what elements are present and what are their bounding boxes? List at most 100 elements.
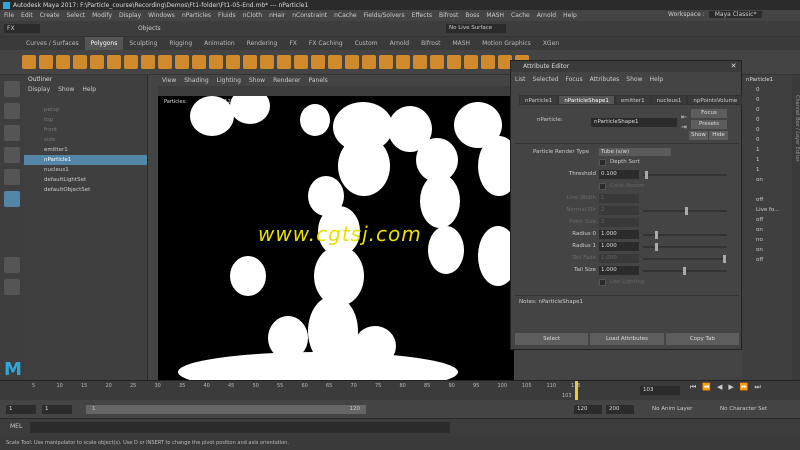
ae-tab-nucleus1[interactable]: nucleus1	[650, 95, 688, 105]
shelf-tool-icon[interactable]	[328, 55, 342, 69]
outliner-item[interactable]: nParticle1	[24, 155, 147, 165]
input-connection-icon[interactable]: ⇤	[681, 113, 687, 121]
focus-button[interactable]: Focus	[691, 109, 727, 118]
menu-item-effects[interactable]: Effects	[412, 12, 432, 19]
workspace-value[interactable]: Maya Classic*	[708, 11, 763, 18]
layout-single-icon[interactable]	[4, 257, 20, 273]
rotate-tool-icon[interactable]	[4, 169, 20, 185]
shelf-tool-icon[interactable]	[175, 55, 189, 69]
workspace-selector[interactable]: Workspace : Maya Classic*	[668, 11, 763, 18]
hide-button[interactable]: Hide	[709, 131, 728, 140]
go-to-end-icon[interactable]: ⏭	[755, 383, 761, 392]
radius0-slider[interactable]	[643, 231, 727, 239]
time-slider[interactable]: 103 103 ⏮ ⏪ ◀ ▶ ⏩ ⏭ 5 10 15 20 25 30 35 40 45 50 5…	[0, 380, 800, 401]
viewport-menu-view[interactable]: View	[162, 76, 176, 86]
slider-handle[interactable]	[683, 267, 686, 275]
menu-item-modify[interactable]: Modify	[92, 12, 112, 19]
normal-dir-field[interactable]: 2	[599, 206, 639, 215]
threshold-field[interactable]: 0.100	[599, 170, 639, 179]
move-tool-icon[interactable]	[4, 147, 20, 163]
slider-handle[interactable]	[685, 207, 688, 215]
shelf-tool-icon[interactable]	[430, 55, 444, 69]
outliner-item[interactable]: defaultObjectSet	[24, 185, 147, 195]
ae-menu-show[interactable]: Show	[626, 75, 642, 85]
ae-tab-emitter1[interactable]: emitter1	[614, 95, 651, 105]
channel-box-side-tab[interactable]: Channel Box / Layer Editor	[792, 75, 800, 380]
shelf-tool-icon[interactable]	[39, 55, 53, 69]
paint-select-icon[interactable]	[4, 125, 20, 141]
shelf-tab-arnold[interactable]: Arnold	[384, 37, 415, 50]
shelf-tool-icon[interactable]	[277, 55, 291, 69]
ae-tab-nparticleshape1[interactable]: nParticleShape1	[558, 95, 615, 105]
shelf-tab-bifrost[interactable]: Bifrost	[415, 37, 446, 50]
viewport-menu-panels[interactable]: Panels	[308, 76, 327, 86]
attribute-editor-title-bar[interactable]: Attribute Editor ✕	[511, 61, 741, 72]
use-lighting-checkbox[interactable]	[599, 279, 606, 286]
ae-menu-selected[interactable]: Selected	[533, 75, 559, 85]
shelf-tool-icon[interactable]	[379, 55, 393, 69]
menu-item-cache[interactable]: Cache	[511, 12, 530, 19]
ae-menu-attributes[interactable]: Attributes	[590, 75, 620, 85]
layout-four-icon[interactable]	[4, 279, 20, 295]
shelf-tool-icon[interactable]	[464, 55, 478, 69]
shelf-tab-rendering[interactable]: Rendering	[241, 37, 284, 50]
select-tool-icon[interactable]	[4, 81, 20, 97]
go-to-start-icon[interactable]: ⏮	[690, 383, 696, 392]
outliner-menu-display[interactable]: Display	[28, 85, 50, 95]
shelf-tool-icon[interactable]	[345, 55, 359, 69]
radius0-field[interactable]: 1.000	[599, 230, 639, 239]
outliner-item[interactable]: front	[24, 125, 147, 135]
line-width-field[interactable]: 1	[599, 194, 639, 203]
shelf-tool-icon[interactable]	[260, 55, 274, 69]
outliner-item[interactable]: nucleus1	[24, 165, 147, 175]
shelf-tab-sculpting[interactable]: Sculpting	[123, 37, 163, 50]
shelf-tab-custom[interactable]: Custom	[349, 37, 384, 50]
menu-item-ncloth[interactable]: nCloth	[243, 12, 263, 19]
shelf-tool-icon[interactable]	[141, 55, 155, 69]
outliner-menu-help[interactable]: Help	[82, 85, 96, 95]
normal-dir-slider[interactable]	[643, 207, 727, 215]
shelf-tool-icon[interactable]	[447, 55, 461, 69]
tail-size-field[interactable]: 1.000	[599, 266, 639, 275]
scale-tool-icon[interactable]	[4, 191, 20, 207]
select-button[interactable]: Select	[515, 333, 589, 345]
menu-item-help[interactable]: Help	[563, 12, 577, 19]
shelf-tab-motion-graphics[interactable]: Motion Graphics	[476, 37, 537, 50]
menu-item-fields-solvers[interactable]: Fields/Solvers	[364, 12, 405, 19]
step-forward-icon[interactable]: ⏩	[740, 383, 749, 392]
threshold-slider[interactable]	[643, 171, 727, 179]
shelf-tab-polygons[interactable]: Polygons	[84, 37, 124, 50]
color-accum-checkbox[interactable]	[599, 183, 606, 190]
viewport-menu-renderer[interactable]: Renderer	[273, 76, 300, 86]
viewport-menu-lighting[interactable]: Lighting	[217, 76, 241, 86]
menu-item-nparticles[interactable]: nParticles	[182, 12, 211, 19]
shelf-tool-icon[interactable]	[294, 55, 308, 69]
outliner-item[interactable]: emitter1	[24, 145, 147, 155]
shelf-tab-curves-surfaces[interactable]: Curves / Surfaces	[20, 37, 85, 50]
ae-tab-nppointsvolume[interactable]: npPointsVolume	[687, 95, 744, 105]
menu-item-bifrost[interactable]: Bifrost	[439, 12, 458, 19]
shelf-tool-icon[interactable]	[107, 55, 121, 69]
shelf-tab-xgen[interactable]: XGen	[537, 37, 565, 50]
depth-sort-checkbox[interactable]	[599, 159, 606, 166]
outliner-item[interactable]: persp	[24, 105, 147, 115]
shelf-tool-icon[interactable]	[481, 55, 495, 69]
menu-item-ncache[interactable]: nCache	[334, 12, 356, 19]
menu-set-dropdown[interactable]: FX	[4, 24, 40, 33]
character-set-dropdown[interactable]: No Character Set	[720, 406, 767, 412]
tail-size-slider[interactable]	[643, 267, 727, 275]
menu-item-boss[interactable]: Boss	[465, 12, 479, 19]
menu-item-create[interactable]: Create	[40, 12, 60, 19]
play-back-icon[interactable]: ◀	[717, 383, 722, 392]
ae-menu-help[interactable]: Help	[649, 75, 663, 85]
point-size-field[interactable]: 2	[599, 218, 639, 227]
shelf-tab-fx[interactable]: FX	[283, 37, 303, 50]
tail-fade-field[interactable]: 1.000	[599, 254, 639, 263]
end-time-field[interactable]: 200	[606, 405, 634, 414]
slider-handle[interactable]	[645, 171, 648, 179]
shelf-tool-icon[interactable]	[22, 55, 36, 69]
shelf-tab-fx-caching[interactable]: FX Caching	[303, 37, 349, 50]
menu-item-nconstraint[interactable]: nConstraint	[292, 12, 327, 19]
attribute-scroll-area[interactable]: Particle Render Type Tube (s/w) Depth So…	[515, 143, 739, 289]
lasso-tool-icon[interactable]	[4, 103, 20, 119]
